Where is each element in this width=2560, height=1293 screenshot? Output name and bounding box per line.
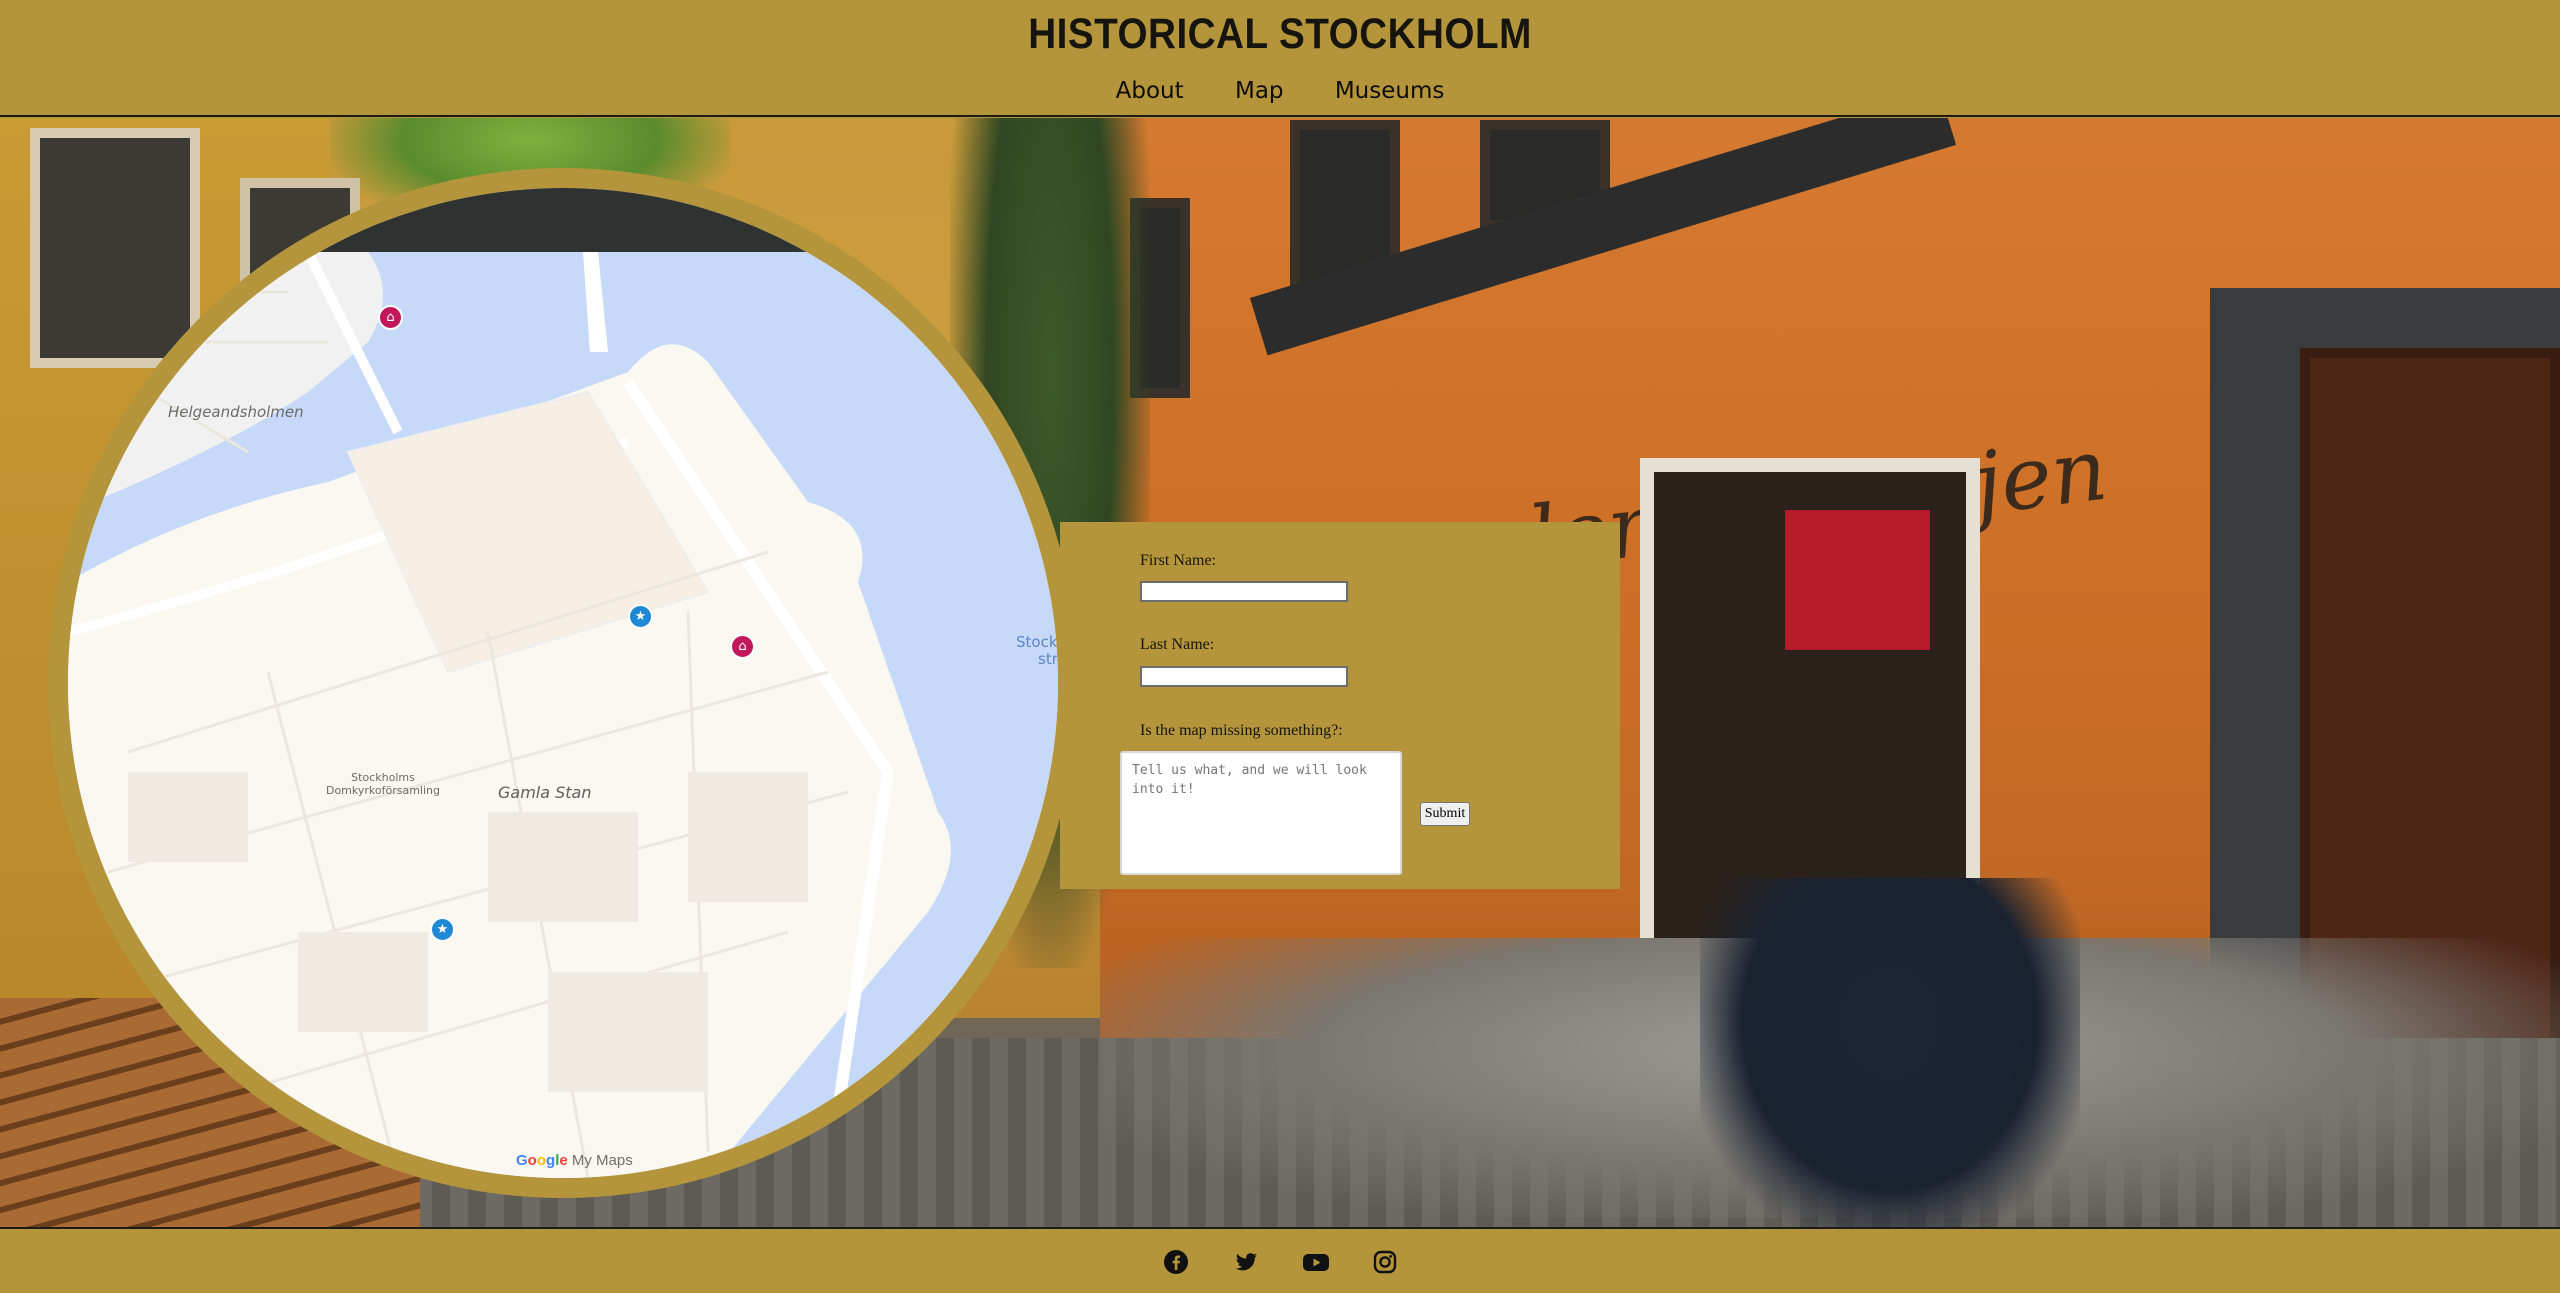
embedded-map-frame: Helgeandsholmen Gamla Stan Stockholms Do… bbox=[48, 168, 1078, 1198]
last-name-field[interactable] bbox=[1140, 666, 1348, 687]
nav-link-about[interactable]: About bbox=[1116, 78, 1184, 104]
instagram-icon[interactable] bbox=[1372, 1249, 1398, 1275]
facebook-icon[interactable] bbox=[1163, 1249, 1189, 1275]
twitter-icon[interactable] bbox=[1233, 1249, 1259, 1275]
star-icon[interactable]: ★ bbox=[628, 604, 653, 629]
map-label-domkyrko-line1: Stockholms bbox=[351, 771, 415, 784]
first-name-label: First Name: bbox=[1140, 552, 1216, 569]
site-header: HISTORICAL STOCKHOLM About Map Museums bbox=[0, 0, 2560, 117]
map-label-domkyrko-line2: Domkyrkoförsamling bbox=[325, 784, 440, 797]
map-missing-question-label: Is the map missing something?: bbox=[1140, 722, 1343, 739]
nav-link-museums[interactable]: Museums bbox=[1335, 78, 1445, 104]
last-name-label: Last Name: bbox=[1140, 636, 1215, 653]
embedded-map[interactable]: Helgeandsholmen Gamla Stan Stockholms Do… bbox=[68, 188, 1058, 1178]
submit-button[interactable]: Submit bbox=[1420, 802, 1470, 826]
nav-link-map[interactable]: Map bbox=[1235, 78, 1284, 104]
photo-red-curtain bbox=[1785, 510, 1930, 650]
site-footer bbox=[0, 1227, 2560, 1293]
museum-icon[interactable]: ⌂ bbox=[378, 305, 403, 330]
google-my-maps-credit[interactable]: Google My Maps bbox=[516, 1152, 633, 1169]
map-label-strommen: Stockh strö bbox=[1016, 634, 1058, 668]
star-icon[interactable]: ★ bbox=[430, 917, 455, 942]
my-maps-label: My Maps bbox=[571, 1152, 633, 1169]
map-label-strom-line2: strö bbox=[1038, 650, 1058, 668]
site-title: HISTORICAL STOCKHOLM bbox=[1028, 10, 1532, 58]
first-name-field[interactable] bbox=[1140, 581, 1348, 602]
map-label-strom-line1: Stockh bbox=[1016, 633, 1058, 651]
youtube-icon[interactable] bbox=[1302, 1249, 1329, 1275]
feedback-form: First Name: Last Name: Is the map missin… bbox=[1060, 522, 1620, 889]
map-label-domkyrkoforsamling: Stockholms Domkyrkoförsamling bbox=[323, 771, 443, 797]
google-logo: Google bbox=[516, 1152, 568, 1169]
map-label-gamla-stan: Gamla Stan bbox=[498, 783, 592, 802]
photo-cafe-guests bbox=[1700, 878, 2080, 1227]
map-header-bar bbox=[68, 188, 1058, 252]
main-nav: About Map Museums bbox=[0, 78, 2560, 104]
message-textarea[interactable] bbox=[1120, 751, 1402, 875]
museum-icon[interactable]: ⌂ bbox=[730, 634, 755, 659]
map-canvas[interactable] bbox=[68, 252, 1058, 1178]
map-label-helgeandsholmen: Helgeandsholmen bbox=[168, 403, 304, 421]
